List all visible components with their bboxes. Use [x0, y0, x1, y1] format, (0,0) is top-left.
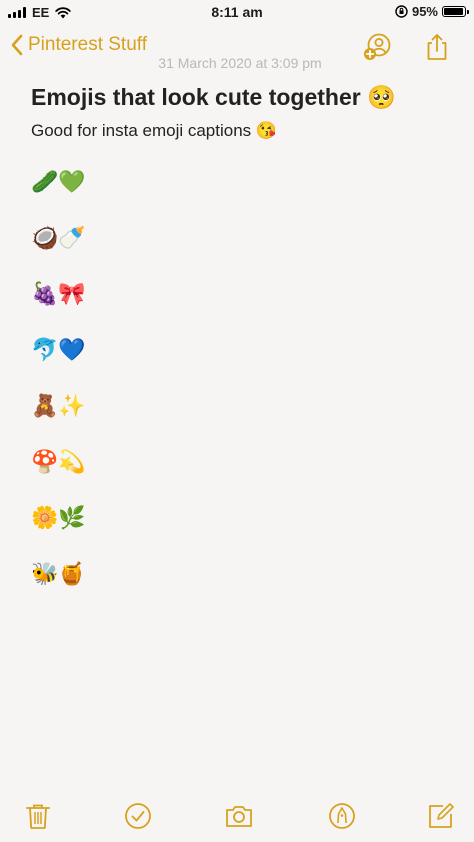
- battery-icon: [442, 6, 469, 17]
- chevron-left-icon: [11, 34, 23, 56]
- note-title: Emojis that look cute together 🥺: [31, 84, 396, 110]
- orientation-lock-icon: [395, 5, 408, 18]
- emoji-pair: 🍄💫: [31, 450, 86, 475]
- compose-icon[interactable]: [426, 801, 456, 831]
- emoji-pair: 🥥🍼: [31, 226, 86, 251]
- trash-icon[interactable]: [23, 801, 53, 831]
- back-button[interactable]: Pinterest Stuff: [10, 34, 147, 56]
- note-subtitle: Good for insta emoji captions 😘: [31, 121, 278, 140]
- share-icon[interactable]: [422, 32, 452, 62]
- emoji-pair: 🐬💙: [31, 338, 86, 363]
- emoji-list: 🥒💚 🥥🍼 🍇🎀 🐬💙 🧸✨ 🍄💫 🌼🌿 🐝🍯: [31, 168, 86, 616]
- status-bar: EE 8:11 am 95%: [0, 0, 474, 26]
- emoji-pair: 🍇🎀: [31, 282, 86, 307]
- emoji-pair: 🥒💚: [31, 170, 86, 195]
- camera-icon[interactable]: [224, 801, 254, 831]
- emoji-pair: 🧸✨: [31, 394, 86, 419]
- emoji-pair: 🌼🌿: [31, 506, 86, 531]
- markup-pen-icon[interactable]: [327, 801, 357, 831]
- battery-percentage: 95%: [411, 4, 438, 19]
- bottom-toolbar: [0, 795, 474, 839]
- checklist-icon[interactable]: [123, 801, 153, 831]
- emoji-pair: 🐝🍯: [31, 562, 86, 587]
- note-date: 31 March 2020 at 3:09 pm: [158, 55, 322, 71]
- add-person-icon[interactable]: [362, 32, 392, 62]
- note-body[interactable]: Emojis that look cute together 🥺 Good fo…: [31, 84, 451, 141]
- back-button-label: Pinterest Stuff: [28, 34, 147, 55]
- status-right: 95%: [395, 4, 469, 19]
